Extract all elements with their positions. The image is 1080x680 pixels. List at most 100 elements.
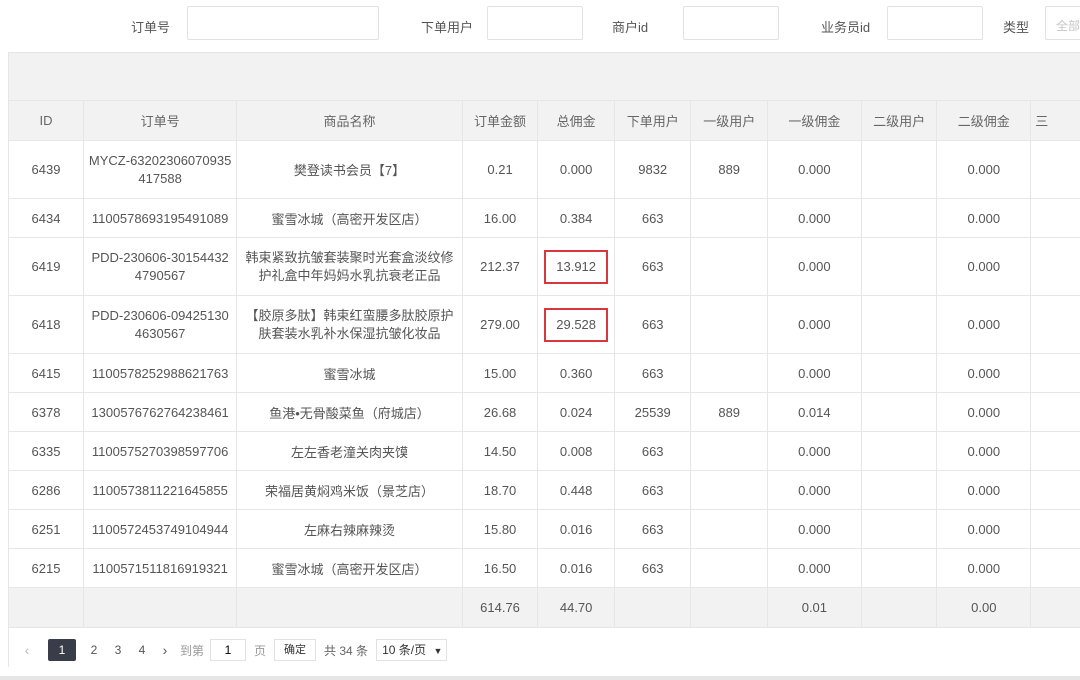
- table-row[interactable]: 6251 1100572453749104944 左麻右辣麻辣烫 15.80 0…: [9, 509, 1080, 549]
- col-header-commission[interactable]: 总佣金: [537, 101, 615, 141]
- cell-l2-user: [861, 353, 938, 393]
- col-header-l3-truncated[interactable]: 三: [1030, 101, 1080, 141]
- cell-l1-user: 889: [690, 392, 768, 432]
- cell-l1-user: [690, 237, 768, 296]
- total-cell-l2-user: [861, 587, 938, 628]
- page-size-value: 10 条/页: [382, 643, 427, 657]
- table-row[interactable]: 6215 1100571511816919321 蜜雪冰城（高密开发区店） 16…: [9, 548, 1080, 588]
- cell-l1-user: [690, 295, 768, 354]
- cell-order-no: 1100572453749104944: [83, 509, 238, 549]
- cell-l2-user: [861, 548, 938, 588]
- pagination: ‹ 1 2 3 4 › 到第 页 确定 共 34 条 10 条/页 ▼: [20, 636, 448, 664]
- cell-user: 663: [614, 470, 692, 510]
- cell-l2-user: [861, 470, 938, 510]
- cell-id: 6418: [9, 295, 84, 354]
- table-row[interactable]: 6419 PDD-230606-301544324790567 韩束紧致抗皱套装…: [9, 237, 1080, 296]
- table-row[interactable]: 6378 1300576762764238461 鱼港•无骨酸菜鱼（府城店） 2…: [9, 392, 1080, 432]
- prev-page-icon[interactable]: ‹: [20, 642, 34, 658]
- cell-user: 663: [614, 237, 692, 296]
- chevron-down-icon: ▼: [433, 646, 443, 656]
- type-select[interactable]: 全部: [1045, 6, 1080, 40]
- cell-amount: 14.50: [462, 431, 539, 471]
- col-header-order-no[interactable]: 订单号: [83, 101, 238, 141]
- cell-l2-user: [861, 237, 938, 296]
- salesman-input[interactable]: [887, 6, 983, 40]
- cell-l2-user: [861, 140, 938, 199]
- col-header-l2-user[interactable]: 二级用户: [861, 101, 938, 141]
- cell-l1-user: [690, 509, 768, 549]
- cell-l2-commission: 0.000: [936, 237, 1032, 296]
- cell-order-no: 1100578252988621763: [83, 353, 238, 393]
- order-no-input[interactable]: [187, 6, 379, 40]
- table-row[interactable]: 6439 MYCZ-63202306070935417588 樊登读书会员【7】…: [9, 140, 1080, 199]
- total-cell-l3: [1030, 587, 1080, 628]
- cell-user: 663: [614, 198, 692, 238]
- cell-l3: [1030, 392, 1080, 432]
- cell-l1-commission: 0.014: [767, 392, 862, 432]
- cell-l3: [1030, 140, 1080, 199]
- cell-l1-user: [690, 431, 768, 471]
- col-header-l1-user[interactable]: 一级用户: [690, 101, 768, 141]
- bottom-scrollbar[interactable]: [0, 676, 1080, 680]
- col-header-amount[interactable]: 订单金额: [462, 101, 539, 141]
- cell-order-no: PDD-230606-301544324790567: [83, 237, 238, 296]
- type-label: 类型: [1003, 20, 1030, 35]
- page-2-button[interactable]: 2: [87, 643, 101, 657]
- cell-amount: 18.70: [462, 470, 539, 510]
- cell-l2-commission: 0.000: [936, 392, 1032, 432]
- cell-l3: [1030, 431, 1080, 471]
- cell-amount: 26.68: [462, 392, 539, 432]
- cell-order-no: 1100571511816919321: [83, 548, 238, 588]
- col-header-id[interactable]: ID: [9, 101, 84, 141]
- cell-user: 663: [614, 295, 692, 354]
- col-header-l2-commission[interactable]: 二级佣金: [936, 101, 1032, 141]
- user-input[interactable]: [487, 6, 583, 40]
- cell-l2-commission: 0.000: [936, 470, 1032, 510]
- cell-l2-user: [861, 392, 938, 432]
- cell-user: 25539: [614, 392, 692, 432]
- table-row[interactable]: 6335 1100575270398597706 左左香老潼关肉夹馍 14.50…: [9, 431, 1080, 471]
- cell-order-no: 1100573811221645855: [83, 470, 238, 510]
- cell-commission: 0.360: [537, 353, 615, 393]
- cell-order-no: 1100578693195491089: [83, 198, 238, 238]
- cell-commission: 0.016: [537, 509, 615, 549]
- table-row[interactable]: 6434 1100578693195491089 蜜雪冰城（高密开发区店） 16…: [9, 198, 1080, 238]
- table-row[interactable]: 6415 1100578252988621763 蜜雪冰城 15.00 0.36…: [9, 353, 1080, 393]
- page-4-button[interactable]: 4: [135, 643, 149, 657]
- cell-l2-commission: 0.000: [936, 295, 1032, 354]
- cell-l1-user: [690, 198, 768, 238]
- cell-user: 663: [614, 353, 692, 393]
- cell-order-no: 1100575270398597706: [83, 431, 238, 471]
- cell-l1-user: [690, 548, 768, 588]
- goto-page-input[interactable]: [210, 639, 247, 661]
- highlighted-commission: 29.528: [544, 307, 609, 342]
- cell-amount: 279.00: [462, 295, 539, 354]
- total-count: 共 34 条: [324, 643, 369, 658]
- orders-table: ID 订单号 商品名称 订单金额 总佣金 下单用户 一级用户 一级佣金 二级用户…: [9, 101, 1080, 628]
- cell-id: 6439: [9, 140, 84, 199]
- cell-l1-commission: 0.000: [767, 470, 862, 510]
- col-header-l1-commission[interactable]: 一级佣金: [767, 101, 862, 141]
- table-row[interactable]: 6418 PDD-230606-094251304630567 【胶原多肽】韩束…: [9, 295, 1080, 354]
- cell-commission: 29.528: [537, 295, 615, 354]
- cell-l1-commission: 0.000: [767, 295, 862, 354]
- page-3-button[interactable]: 3: [111, 643, 125, 657]
- confirm-button[interactable]: 确定: [274, 639, 317, 661]
- cell-commission: 0.000: [537, 140, 615, 199]
- col-header-product[interactable]: 商品名称: [236, 101, 463, 141]
- col-header-user[interactable]: 下单用户: [614, 101, 692, 141]
- cell-l3: [1030, 470, 1080, 510]
- cell-l2-commission: 0.000: [936, 353, 1032, 393]
- next-page-icon[interactable]: ›: [158, 642, 172, 658]
- cell-l2-commission: 0.000: [936, 548, 1032, 588]
- page-1-button[interactable]: 1: [48, 639, 76, 661]
- cell-amount: 15.80: [462, 509, 539, 549]
- table-row[interactable]: 6286 1100573811221645855 荣福居黄焖鸡米饭（景芝店） 1…: [9, 470, 1080, 510]
- cell-user: 9832: [614, 140, 692, 199]
- total-cell-order-no: [83, 587, 238, 628]
- page-size-select[interactable]: 10 条/页 ▼: [376, 639, 448, 661]
- total-cell-product: [236, 587, 463, 628]
- merchant-input[interactable]: [683, 6, 779, 40]
- cell-product: 蜜雪冰城（高密开发区店）: [236, 198, 463, 238]
- total-l2-commission: 0.00: [936, 587, 1032, 628]
